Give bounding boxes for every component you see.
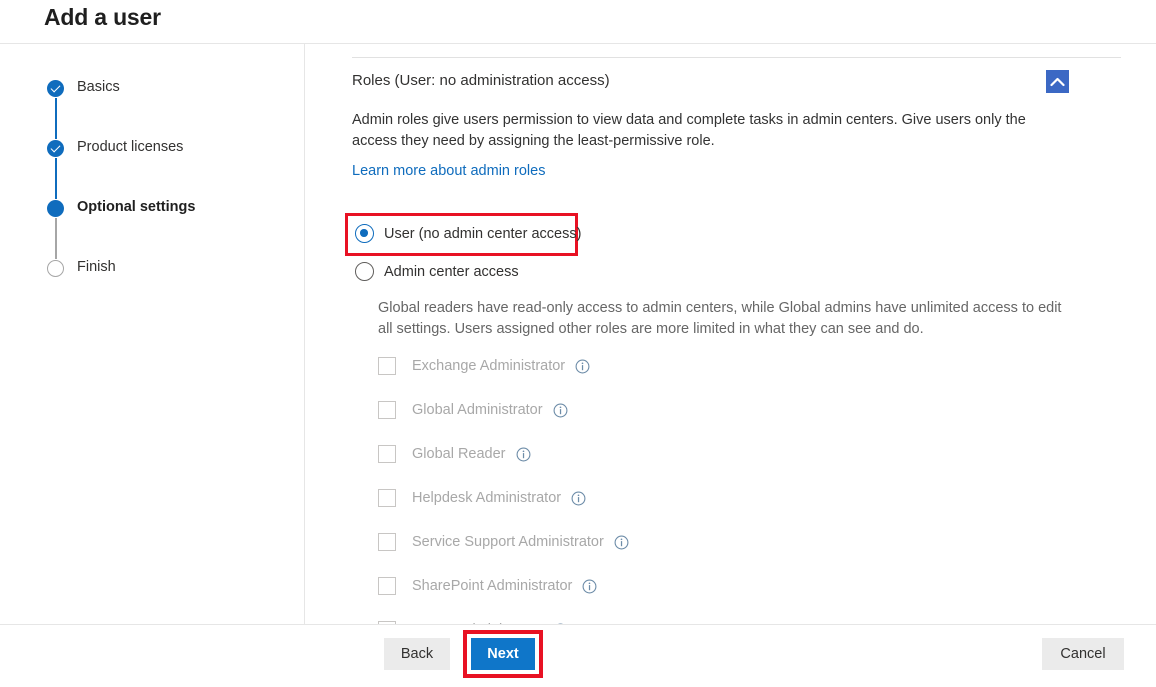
step-label-optional-settings: Optional settings [77,199,196,215]
learn-more-admin-roles-link[interactable]: Learn more about admin roles [352,163,545,179]
step-check-icon [47,80,64,97]
info-icon[interactable] [575,359,590,374]
info-icon[interactable] [516,447,531,462]
wizard-body: Basics Product licenses Optional setting… [0,44,1156,624]
chevron-up-icon[interactable] [1046,70,1069,93]
sidebar-item-basics[interactable]: Basics [47,79,287,140]
radio-label-admin-center-access: Admin center access [384,263,519,280]
list-item[interactable]: Global Reader [378,432,1078,476]
page-header: Add a user [0,0,1156,44]
step-current-dot-icon [47,200,64,217]
checkbox-service-support-administrator[interactable] [378,533,396,551]
role-label: SharePoint Administrator [412,578,573,594]
step-label-basics: Basics [77,79,120,95]
list-item[interactable]: SharePoint Administrator [378,564,1078,608]
checkbox-global-reader[interactable] [378,445,396,463]
section-divider [352,57,1121,58]
step-connector [55,218,57,259]
list-item[interactable]: Teams Administrator [378,608,1078,624]
radio-unselected-icon [355,262,374,281]
list-item[interactable]: Global Administrator [378,388,1078,432]
checkbox-helpdesk-administrator[interactable] [378,489,396,507]
info-icon[interactable] [582,579,597,594]
sidebar-item-optional-settings[interactable]: Optional settings [47,199,287,260]
step-pending-circle-icon [47,260,64,277]
checkbox-global-administrator[interactable] [378,401,396,419]
wizard-content-panel: Roles (User: no administration access) A… [306,44,1156,624]
step-connector [55,98,57,139]
info-icon[interactable] [571,491,586,506]
cancel-button[interactable]: Cancel [1042,638,1124,670]
step-connector [55,158,57,199]
role-label: Global Reader [412,446,506,462]
radio-admin-center-access[interactable]: Admin center access [355,262,519,281]
sidebar-item-product-licenses[interactable]: Product licenses [47,139,287,200]
list-item[interactable]: Service Support Administrator [378,520,1078,564]
step-label-product-licenses: Product licenses [77,139,184,155]
step-check-icon [47,140,64,157]
info-icon[interactable] [614,535,629,550]
checkbox-sharepoint-administrator[interactable] [378,577,396,595]
admin-access-description: Global readers have read-only access to … [378,300,1062,337]
page-title: Add a user [44,4,161,30]
admin-roles-checkbox-list: Exchange Administrator Global Administra… [378,344,1078,624]
info-icon[interactable] [553,403,568,418]
wizard-step-list: Basics Product licenses Optional setting… [47,79,287,284]
roles-intro-text: Admin roles give users permission to vie… [352,112,1026,149]
checkbox-exchange-administrator[interactable] [378,357,396,375]
sidebar-item-finish[interactable]: Finish [47,259,287,284]
radio-user-no-admin-center-access[interactable]: User (no admin center access) [355,224,581,243]
section-title-roles: Roles (User: no administration access) [352,72,610,89]
role-label: Service Support Administrator [412,534,604,550]
step-label-finish: Finish [77,259,116,275]
list-item[interactable]: Exchange Administrator [378,344,1078,388]
role-label: Global Administrator [412,402,543,418]
wizard-footer: Back Next Cancel [0,624,1156,687]
radio-selected-icon [355,224,374,243]
role-label: Helpdesk Administrator [412,490,562,506]
add-user-wizard-page: Add a user Basics Product licenses Optio… [0,0,1156,687]
radio-label-user-no-admin: User (no admin center access) [384,225,582,242]
next-button[interactable]: Next [471,638,535,670]
list-item[interactable]: Helpdesk Administrator [378,476,1078,520]
role-label: Exchange Administrator [412,358,566,374]
back-button[interactable]: Back [384,638,450,670]
wizard-sidebar: Basics Product licenses Optional setting… [0,44,305,624]
